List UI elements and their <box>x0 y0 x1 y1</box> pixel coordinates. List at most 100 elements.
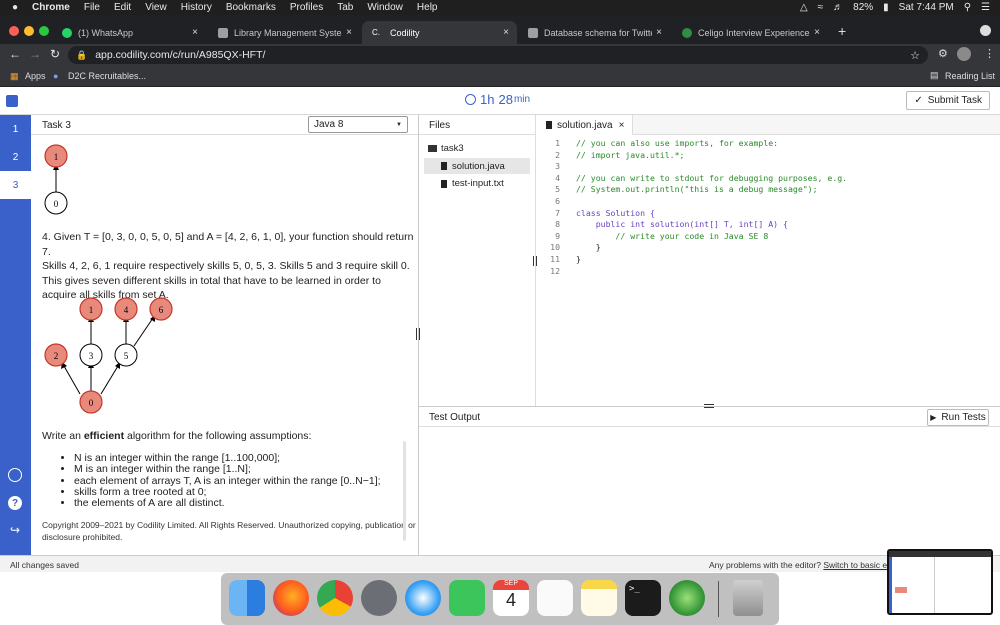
window-minimize-button[interactable] <box>24 26 34 36</box>
code-line[interactable]: // write your code in Java SE 8 <box>576 231 768 241</box>
editor-resize-handle[interactable] <box>533 256 537 266</box>
tree-node-label: 1 <box>54 152 59 162</box>
extensions-icon[interactable]: ⚙ <box>938 47 948 60</box>
folder-task3[interactable]: task3 <box>428 143 464 154</box>
timer: 1h 28 min <box>465 92 530 107</box>
profile-avatar[interactable] <box>957 47 971 61</box>
task-nav-3[interactable]: 3 <box>0 171 31 199</box>
launchpad-icon[interactable] <box>361 580 397 616</box>
submit-task-button[interactable]: ✓ Submit Task <box>906 91 990 110</box>
new-tab-button[interactable]: + <box>838 23 846 39</box>
code-line[interactable]: class Solution { <box>576 208 655 218</box>
thumbnail-preview <box>895 587 907 593</box>
codility-icon: C. <box>372 27 380 37</box>
battery-percent[interactable]: 82% <box>853 2 873 13</box>
tab-codility[interactable]: C. Codility × <box>362 21 517 44</box>
firefox-icon[interactable] <box>273 580 309 616</box>
back-icon[interactable]: ← <box>9 47 21 61</box>
wifi-icon[interactable]: ≈ <box>818 2 824 13</box>
menu-list-icon[interactable]: ☰ <box>981 2 990 13</box>
code-line[interactable]: // System.out.println("this is a debug m… <box>576 184 818 194</box>
close-icon[interactable]: × <box>342 27 356 38</box>
menu-history[interactable]: History <box>181 2 212 13</box>
run-tests-button[interactable]: ▶ Run Tests <box>927 409 989 426</box>
scrollbar[interactable] <box>403 441 406 541</box>
reload-icon[interactable]: ↻ <box>50 47 60 61</box>
finder-icon[interactable] <box>229 580 265 616</box>
menu-view[interactable]: View <box>145 2 167 13</box>
tab-label: Database schema for Twitter - <box>544 27 652 38</box>
code-line[interactable]: } <box>576 242 601 252</box>
menu-bookmarks[interactable]: Bookmarks <box>226 2 276 13</box>
tab-database-schema[interactable]: Database schema for Twitter - × <box>518 21 670 44</box>
tab-search-icon[interactable] <box>980 25 991 36</box>
facetime-icon[interactable] <box>449 580 485 616</box>
close-icon[interactable]: × <box>188 27 202 38</box>
bookmark-apps[interactable]: Apps <box>25 71 46 81</box>
menu-app-name[interactable]: Chrome <box>32 2 70 13</box>
menu-profiles[interactable]: Profiles <box>290 2 323 13</box>
bookmark-d2c[interactable]: D2C Recruitables... <box>68 71 146 81</box>
menu-edit[interactable]: Edit <box>114 2 131 13</box>
chrome-icon[interactable] <box>317 580 353 616</box>
text-line: disclosure prohibited. <box>42 531 123 542</box>
notes-icon[interactable] <box>581 580 617 616</box>
task-nav-2[interactable]: 2 <box>0 143 31 171</box>
close-icon[interactable]: × <box>652 27 666 38</box>
codility-logo[interactable] <box>6 95 18 107</box>
dropdown-icon: ▼ <box>396 121 402 128</box>
screenshot-thumbnail[interactable] <box>887 549 993 615</box>
alert-icon[interactable]: △ <box>800 2 808 13</box>
calendar-icon[interactable]: SEP 4 <box>493 580 529 616</box>
spotlight-icon[interactable]: ⚲ <box>964 2 971 13</box>
reminders-icon[interactable] <box>537 580 573 616</box>
code-line[interactable]: } <box>576 254 581 264</box>
editor-tab-solution[interactable]: solution.java × <box>536 115 634 135</box>
tree-diagram-top: 1 0 <box>44 144 68 215</box>
tree-node-label: 1 <box>89 305 94 315</box>
apps-icon[interactable]: ▦ <box>10 71 19 82</box>
close-icon[interactable]: × <box>619 120 625 131</box>
reading-list-icon[interactable]: ▤ <box>930 70 939 81</box>
forward-icon[interactable]: → <box>29 47 41 61</box>
task-nav-1[interactable]: 1 <box>0 115 31 143</box>
editor-tabs: solution.java × <box>536 115 1000 135</box>
volume-icon[interactable]: ♬ <box>833 2 843 13</box>
tab-celigo[interactable]: Celigo Interview Experience | G × <box>672 21 828 44</box>
code-editor[interactable]: 1 // you can also use imports, for examp… <box>536 136 1000 406</box>
trash-icon[interactable] <box>733 580 763 616</box>
file-test-input[interactable]: test-input.txt <box>441 178 504 189</box>
tab-whatsapp[interactable]: (1) WhatsApp × <box>52 21 206 44</box>
code-line[interactable]: // you can also use imports, for example… <box>576 138 778 148</box>
apple-icon[interactable]: ● <box>12 2 18 13</box>
files-header: Files <box>419 115 536 135</box>
sign-out-icon[interactable]: ↪ <box>8 523 22 537</box>
close-icon[interactable]: × <box>499 27 513 38</box>
close-icon[interactable]: × <box>810 27 824 38</box>
safari-icon[interactable] <box>405 580 441 616</box>
menu-window[interactable]: Window <box>367 2 403 13</box>
clock[interactable]: Sat 7:44 PM <box>899 2 954 13</box>
accessibility-icon[interactable] <box>8 468 22 482</box>
menu-tab[interactable]: Tab <box>337 2 353 13</box>
address-bar[interactable]: 🔒 app.codility.com/c/run/A985QX-HFT/ ☆ <box>68 46 928 64</box>
code-line[interactable]: // you can write to stdout for debugging… <box>576 173 847 183</box>
bookmark-star-icon[interactable]: ☆ <box>910 49 920 62</box>
text-span: Any problems with the editor? <box>709 560 824 570</box>
file-solution-java[interactable]: solution.java <box>424 158 530 174</box>
window-zoom-button[interactable] <box>39 26 49 36</box>
window-close-button[interactable] <box>9 26 19 36</box>
code-line[interactable]: // import java.util.*; <box>576 150 684 160</box>
timer-unit: min <box>513 94 531 105</box>
tab-library-management[interactable]: Library Management System D × <box>208 21 360 44</box>
menu-file[interactable]: File <box>84 2 100 13</box>
language-select[interactable]: Java 8 ▼ <box>308 116 408 133</box>
code-line[interactable]: public int solution(int[] T, int[] A) { <box>576 219 788 229</box>
menu-help[interactable]: Help <box>417 2 438 13</box>
network-app-icon[interactable] <box>669 580 705 616</box>
terminal-icon[interactable]: >_ <box>625 580 661 616</box>
help-icon[interactable]: ? <box>8 496 22 510</box>
chrome-menu-icon[interactable]: ⋮ <box>984 47 995 60</box>
reading-list[interactable]: Reading List <box>945 71 995 81</box>
battery-icon[interactable]: ▮ <box>883 2 889 13</box>
